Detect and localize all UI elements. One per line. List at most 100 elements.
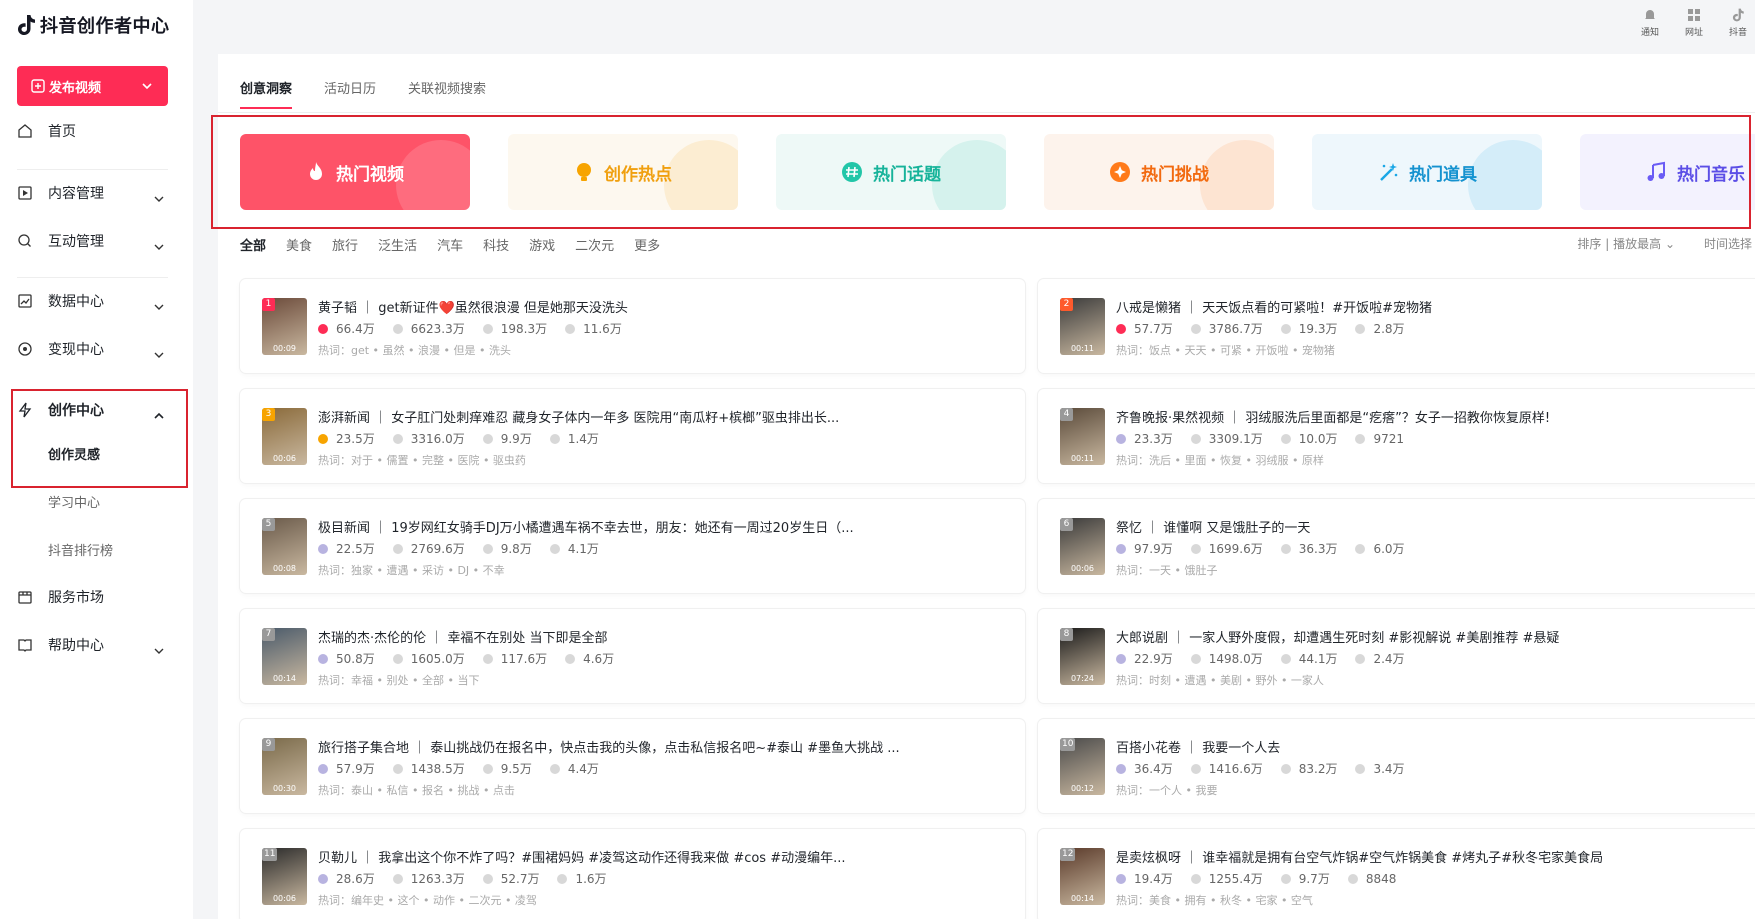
video-duration: 00:14: [272, 674, 297, 683]
filter-acg[interactable]: 二次元: [575, 235, 614, 254]
heat-stat: 28.6万: [318, 870, 375, 887]
filter-tech[interactable]: 科技: [483, 235, 509, 254]
tab-calendar[interactable]: 活动日历: [324, 78, 376, 109]
video-thumbnail[interactable]: 5 00:08: [262, 518, 307, 575]
video-item[interactable]: 8 07:24 大郎说剧 ｜ 一家人野外度假，却遭遇生死时刻 #影视解说 #美剧推荐…: [1038, 609, 1755, 703]
app-title: 抖音创作者中心: [40, 16, 170, 37]
heart-icon: [482, 873, 493, 884]
video-thumbnail[interactable]: 12 00:14: [1060, 848, 1105, 905]
video-thumbnail[interactable]: 7 00:14: [262, 628, 307, 685]
video-title[interactable]: 齐鲁晚报·果然视频 ｜ 羽绒服洗后里面都是“疙瘩”？女子一招教你恢复原样!: [1116, 407, 1755, 426]
play-stat: 1699.6万: [1190, 540, 1263, 557]
interact-icon: [18, 234, 31, 247]
video-thumbnail[interactable]: 10 00:12: [1060, 738, 1105, 795]
video-item[interactable]: 1 00:09 黄子韬 ｜ get新证件❤️虽然很浪漫 但是她那天没洗头 66.4万 6…: [240, 279, 1025, 373]
publish-video-button[interactable]: 发布视频: [17, 66, 168, 106]
filter-travel[interactable]: 旅行: [332, 235, 358, 254]
home-icon: [18, 124, 32, 138]
video-title[interactable]: 贝勒儿 ｜ 我拿出这个你不炸了吗？#围裙妈妈 #凌驾这动作还得我来做 #cos …: [318, 847, 1008, 866]
heat-stat: 97.9万: [1116, 540, 1173, 557]
video-thumbnail[interactable]: 9 00:30: [262, 738, 307, 795]
filter-more[interactable]: 更多: [634, 235, 660, 254]
video-stats: 36.4万 1416.6万 83.2万 3.4万: [1116, 760, 1423, 777]
video-thumbnail[interactable]: 3 00:06: [262, 408, 307, 465]
video-title[interactable]: 旅行搭子集合地 ｜ 泰山挑战仍在报名中，快点击我的头像，点击私信报名吧~#泰山 …: [318, 737, 1008, 756]
video-thumbnail[interactable]: 6 00:06: [1060, 518, 1105, 575]
comment-stat: 4.6万: [565, 650, 614, 667]
video-title[interactable]: 澎湃新闻 ｜ 女子肛门处刺痒难忍 藏身女子体内一年多 医院用“南瓜籽+槟榔”驱虫…: [318, 407, 1008, 426]
rank-badge: 10: [1060, 738, 1076, 751]
video-title[interactable]: 百搭小花卷 ｜ 我要一个人去: [1116, 737, 1755, 756]
like-stat: 19.3万: [1280, 320, 1337, 337]
comment-stat: 6.0万: [1355, 540, 1405, 557]
tab-video-search[interactable]: 关联视频搜索: [408, 78, 486, 109]
time-select[interactable]: 时间选择: [1704, 235, 1752, 252]
play-icon: [1190, 543, 1201, 554]
hot-words: 热词：时刻 • 遭遇 • 美剧 • 野外 • 一家人: [1116, 674, 1324, 687]
play-icon: [392, 323, 403, 334]
filter-life[interactable]: 泛生活: [378, 235, 417, 254]
play-stat: 6623.3万: [392, 320, 465, 337]
video-item[interactable]: 3 00:06 澎湃新闻 ｜ 女子肛门处刺痒难忍 藏身女子体内一年多 医院用“南瓜籽…: [240, 389, 1025, 483]
video-title[interactable]: 杰瑞的杰·杰伦的伦 ｜ 幸福不在别处 当下即是全部: [318, 627, 1008, 646]
video-thumbnail[interactable]: 2 00:11: [1060, 298, 1105, 355]
video-duration: 00:11: [1070, 344, 1095, 353]
video-title[interactable]: 黄子韬 ｜ get新证件❤️虽然很浪漫 但是她那天没洗头: [318, 297, 1008, 316]
play-stat: 3316.0万: [392, 430, 465, 447]
heart-icon: [482, 653, 493, 664]
comment-icon: [1355, 433, 1366, 444]
hot-words: 热词：洗后 • 里面 • 恢复 • 羽绒服 • 原样: [1116, 454, 1324, 467]
bell-icon: [1645, 10, 1655, 19]
video-item[interactable]: 11 00:06 贝勒儿 ｜ 我拿出这个你不炸了吗？#围裙妈妈 #凌驾这动作还得我来…: [240, 829, 1025, 919]
heat-icon: [1116, 653, 1126, 664]
douyin-logo-icon: [18, 15, 35, 35]
tab-insight[interactable]: 创意洞察: [240, 78, 293, 109]
notify-button[interactable]: 通知: [1635, 8, 1665, 38]
sort-select[interactable]: 排序 | 播放最高 ⌄: [1577, 235, 1675, 252]
video-thumbnail[interactable]: 4 00:11: [1060, 408, 1105, 465]
play-icon: [1190, 433, 1201, 444]
filter-car[interactable]: 汽车: [437, 235, 463, 254]
video-thumbnail[interactable]: 8 07:24: [1060, 628, 1105, 685]
video-duration: 00:12: [1070, 784, 1095, 793]
like-stat: 198.3万: [482, 320, 547, 337]
rank-badge: 11: [262, 848, 278, 861]
heart-icon: [1280, 543, 1291, 554]
comment-icon: [549, 543, 560, 554]
video-thumbnail[interactable]: 11 00:06: [262, 848, 307, 905]
video-title[interactable]: 祭忆 ｜ 谁懂啊 又是饿肚子的一天: [1116, 517, 1755, 536]
chart-icon: [18, 294, 32, 308]
video-item[interactable]: 6 00:06 祭忆 ｜ 谁懂啊 又是饿肚子的一天 97.9万 1699.6万 36.3万…: [1038, 499, 1755, 593]
video-duration: 00:06: [1070, 564, 1095, 573]
video-item[interactable]: 4 00:11 齐鲁晚报·果然视频 ｜ 羽绒服洗后里面都是“疙瘩”？女子一招教你恢复…: [1038, 389, 1755, 483]
filter-game[interactable]: 游戏: [529, 235, 555, 254]
video-title[interactable]: 八戒是懒猪 ｜ 天天饭点看的可紧啦！#开饭啦#宠物猪: [1116, 297, 1755, 316]
heat-stat: 57.9万: [318, 760, 375, 777]
hot-words: 热词：幸福 • 别处 • 全部 • 当下: [318, 674, 480, 687]
heart-icon: [482, 323, 493, 334]
video-thumbnail[interactable]: 1 00:09: [262, 298, 307, 355]
heat-icon: [1116, 873, 1126, 884]
heart-icon: [482, 543, 493, 554]
video-title[interactable]: 大郎说剧 ｜ 一家人野外度假，却遭遇生死时刻 #影视解说 #美剧推荐 #悬疑: [1116, 627, 1755, 646]
video-item[interactable]: 12 00:14 是卖炫枫呀 ｜ 谁幸福就是拥有台空气炸锅#空气炸锅美食 #烤丸子#…: [1038, 829, 1755, 919]
video-stats: 97.9万 1699.6万 36.3万 6.0万: [1116, 540, 1423, 557]
video-item[interactable]: 9 00:30 旅行搭子集合地 ｜ 泰山挑战仍在报名中，快点击我的头像，点击私信报名…: [240, 719, 1025, 813]
filter-food[interactable]: 美食: [286, 235, 312, 254]
video-item[interactable]: 10 00:12 百搭小花卷 ｜ 我要一个人去 36.4万 1416.6万 83.2万 3.…: [1038, 719, 1755, 813]
like-stat: 83.2万: [1280, 760, 1337, 777]
heart-icon: [1280, 873, 1291, 884]
douyin-button[interactable]: 抖音: [1723, 8, 1753, 38]
app-logo[interactable]: 抖音创作者中心: [16, 12, 170, 38]
filter-all[interactable]: 全部: [240, 235, 266, 254]
web-button[interactable]: 网址: [1679, 8, 1709, 38]
heat-stat: 19.4万: [1116, 870, 1173, 887]
play-stat: 3786.7万: [1190, 320, 1263, 337]
heat-stat: 50.8万: [318, 650, 375, 667]
video-item[interactable]: 7 00:14 杰瑞的杰·杰伦的伦 ｜ 幸福不在别处 当下即是全部 50.8万 1605…: [240, 609, 1025, 703]
video-item[interactable]: 5 00:08 极目新闻 ｜ 19岁网红女骑手DJ万小橘遭遇车祸不幸去世，朋友：她还…: [240, 499, 1025, 593]
video-title[interactable]: 极目新闻 ｜ 19岁网红女骑手DJ万小橘遭遇车祸不幸去世，朋友：她还有一周过20…: [318, 517, 1008, 536]
video-title[interactable]: 是卖炫枫呀 ｜ 谁幸福就是拥有台空气炸锅#空气炸锅美食 #烤丸子#秋冬宅家美食局: [1116, 847, 1755, 866]
like-stat: 36.3万: [1280, 540, 1337, 557]
video-item[interactable]: 2 00:11 八戒是懒猪 ｜ 天天饭点看的可紧啦！#开饭啦#宠物猪 57.7万 378…: [1038, 279, 1755, 373]
